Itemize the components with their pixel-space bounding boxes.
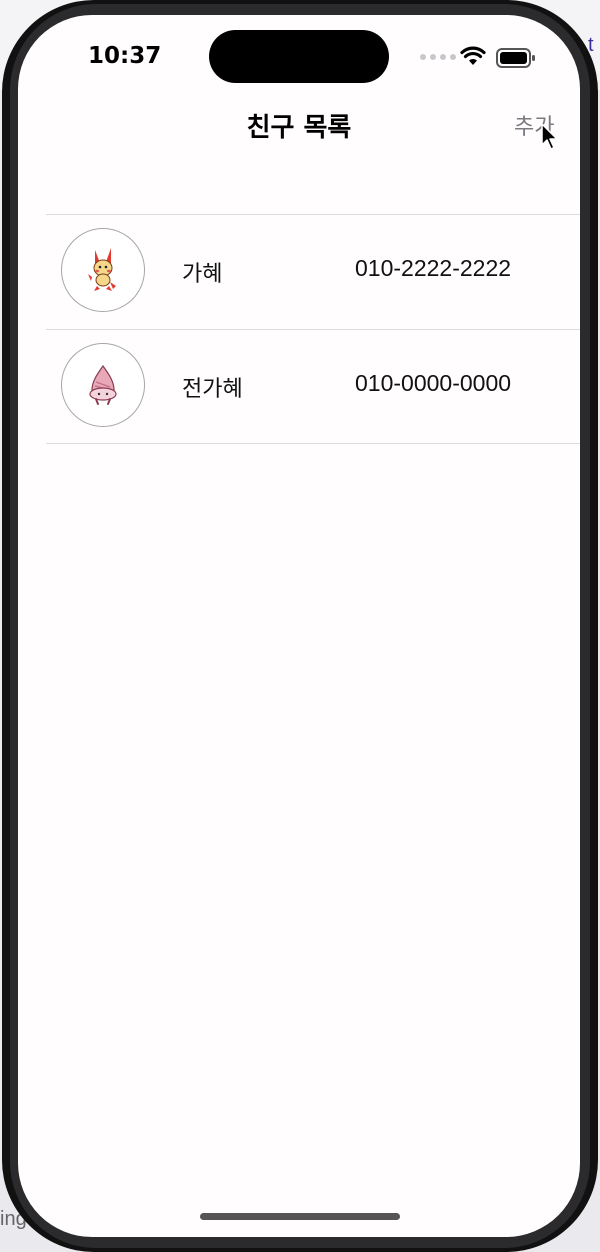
friend-row[interactable]: 가혜 010-2222-2222 xyxy=(46,215,580,329)
pokemon-clefairy-bell-icon xyxy=(89,364,117,405)
page-title: 친구 목록 xyxy=(246,113,352,143)
friend-avatar xyxy=(61,228,145,312)
battery-icon xyxy=(496,48,535,68)
friend-avatar xyxy=(61,343,145,427)
friend-phone: 010-0000-0000 xyxy=(355,370,512,396)
friend-row[interactable]: 전가혜 010-0000-0000 xyxy=(46,330,580,444)
wifi-icon xyxy=(460,46,486,65)
mouse-cursor-icon xyxy=(541,123,558,150)
friend-name: 가혜 xyxy=(182,262,223,287)
list-separator xyxy=(46,443,580,444)
friend-phone: 010-2222-2222 xyxy=(355,255,512,281)
status-time: 10:37 xyxy=(88,43,162,69)
cellular-dots-icon xyxy=(420,54,456,60)
status-icons xyxy=(420,45,540,69)
phone-screen: 10:37 친구 목록 추가 가혜 010-2222-2222 전가혜 010-… xyxy=(18,15,580,1237)
friend-name: 전가혜 xyxy=(182,377,243,402)
pokemon-plusle-icon xyxy=(88,248,116,291)
dynamic-island xyxy=(209,30,389,83)
home-indicator[interactable] xyxy=(200,1213,400,1220)
